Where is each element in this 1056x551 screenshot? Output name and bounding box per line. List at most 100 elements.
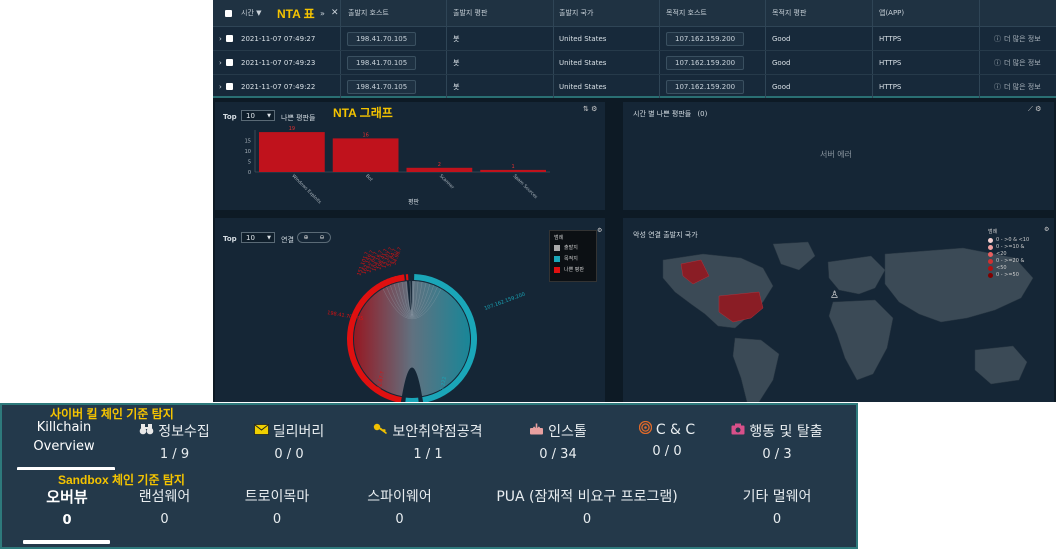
more-info-link[interactable]: ⓘ 더 많은 정보 bbox=[994, 75, 1041, 98]
expand-row-icon[interactable]: › bbox=[219, 75, 222, 98]
bar[interactable] bbox=[332, 138, 399, 172]
cell-src-country: United States bbox=[559, 34, 607, 43]
sandbox-tab[interactable]: 기타 멀웨어 0 bbox=[714, 486, 840, 527]
category-tick-label: Scanner bbox=[438, 173, 455, 190]
col-dst-host[interactable]: 목적지 호스트 bbox=[666, 0, 707, 26]
cell-dst-rep: Good bbox=[772, 82, 791, 91]
y-tick-label: 15 bbox=[245, 139, 251, 145]
cell-src-host[interactable]: 198.41.70.105 bbox=[347, 55, 417, 70]
expand-row-icon[interactable]: › bbox=[219, 51, 222, 74]
line-chart-icon[interactable]: ⟋ ⚙ bbox=[1028, 105, 1041, 114]
col-src-rep[interactable]: 출발지 평판 bbox=[453, 0, 487, 26]
collapse-icon[interactable]: » bbox=[320, 0, 325, 26]
source-arc-segment bbox=[386, 278, 391, 285]
more-info-link[interactable]: ⓘ 더 많은 정보 bbox=[994, 27, 1041, 50]
sandbox-tab[interactable]: 오버뷰 0 bbox=[22, 486, 112, 528]
stage-action-exfiltration[interactable]: 행동 및 탈출 0 / 3 bbox=[714, 421, 840, 462]
sandbox-tab[interactable]: 랜섬웨어 0 bbox=[117, 486, 212, 527]
time-bad-rep-panel: 시간 별 나쁜 평판들 (0) ⟋ ⚙ 서버 에러 bbox=[623, 102, 1054, 210]
legend-dot bbox=[988, 244, 993, 250]
row-checkbox[interactable] bbox=[226, 59, 233, 66]
col-time[interactable]: 시간 ▼ bbox=[241, 0, 262, 26]
sandbox-tab[interactable]: 스파이웨어 0 bbox=[342, 486, 457, 527]
col-src-country[interactable]: 출발지 국가 bbox=[559, 0, 593, 26]
bar-value-label: 1 bbox=[512, 164, 515, 170]
stage-install[interactable]: 인스톨 0 / 34 bbox=[502, 421, 614, 462]
category-tick-label: Windows Exploits bbox=[290, 173, 322, 205]
map-legend-item: 0 - >0 & <10 bbox=[988, 237, 1048, 243]
cell-app: HTTPS bbox=[879, 82, 902, 91]
bar[interactable] bbox=[480, 169, 546, 172]
cell-src-host[interactable]: 198.41.70.105 bbox=[347, 31, 417, 46]
table-row[interactable]: › 2021-11-07 07:49:23 198.41.70.105 봇 Un… bbox=[213, 51, 1056, 75]
cell-dst-rep: Good bbox=[772, 58, 791, 67]
expand-row-icon[interactable]: › bbox=[219, 27, 222, 50]
destination-ip-label: 107.162.159.200 bbox=[484, 292, 526, 312]
overview-line2: Overview bbox=[33, 439, 95, 454]
row-checkbox[interactable] bbox=[226, 83, 233, 90]
killchain-overview-tab[interactable]: Killchain Overview bbox=[18, 420, 110, 454]
more-info-link[interactable]: ⓘ 더 많은 정보 bbox=[994, 51, 1041, 74]
source-arc-segment bbox=[394, 275, 398, 283]
category-tick-label: Spam Sources bbox=[512, 173, 539, 200]
cell-dst-host[interactable]: 107.162.159.200 bbox=[666, 79, 745, 94]
map-legend: 범례 0 - >0 & <10 0 - >=10 & <20 0 - >=20 & <5… bbox=[988, 228, 1048, 279]
close-icon[interactable]: ✕ bbox=[331, 0, 339, 26]
camera-icon bbox=[731, 423, 745, 439]
info-icon: ⓘ bbox=[994, 82, 1001, 91]
bar[interactable] bbox=[406, 167, 473, 172]
bad-reputation-panel: Top 10 ▼ 나쁜 평판들 NTA 그래프 ⇅ ⚙ 0 5 10 15 19 Windo… bbox=[215, 102, 605, 210]
cell-src-host[interactable]: 198.41.70.105 bbox=[347, 79, 417, 94]
nta-table-label: NTA 표 bbox=[277, 6, 315, 21]
legend-dot bbox=[988, 237, 993, 243]
cell-src-rep: 봇 bbox=[453, 82, 460, 91]
legend-dot bbox=[988, 272, 993, 278]
legend-dot bbox=[988, 265, 993, 271]
stage-delivery[interactable]: 딜리버리 0 / 0 bbox=[230, 421, 348, 462]
overview-line1: Killchain bbox=[36, 420, 92, 435]
bar[interactable] bbox=[259, 132, 325, 172]
table-header: 시간 ▼ NTA 표 » ✕ 출발지 호스트 출발지 평판 출발지 국가 목적지… bbox=[213, 0, 1056, 27]
cell-time: 2021-11-07 07:49:22 bbox=[241, 82, 316, 91]
map-legend-title: 범례 bbox=[988, 229, 998, 235]
info-icon: ⓘ bbox=[994, 58, 1001, 67]
killchain-bar: 사이버 킬 체인 기준 탐지 Killchain Overview 정보수집 1… bbox=[0, 403, 858, 471]
category-tick-label: Bot bbox=[364, 173, 374, 183]
sandbox-tab[interactable]: PUA (잠재적 비요구 프로그램) 0 bbox=[462, 486, 712, 527]
select-all-checkbox[interactable] bbox=[225, 9, 232, 17]
col-dst-rep[interactable]: 목적지 평판 bbox=[772, 0, 806, 26]
map-legend-item: 0 - >=10 & bbox=[988, 244, 1048, 250]
nta-table: 시간 ▼ NTA 표 » ✕ 출발지 호스트 출발지 평판 출발지 국가 목적지… bbox=[213, 0, 1056, 99]
sandbox-tab[interactable]: 트로이목마 0 bbox=[217, 486, 337, 527]
col-src-host[interactable]: 출발지 호스트 bbox=[348, 0, 389, 26]
cell-time: 2021-11-07 07:49:27 bbox=[241, 34, 316, 43]
connection-panel: Top 10 ▼ 연결 ⊕ ⊖ ⚙ 범례 출발지 목적지 나쁜 평판 107.162.1… bbox=[215, 218, 605, 402]
stage-command-control[interactable]: C & C 0 / 0 bbox=[612, 420, 722, 459]
time-panel-title: 시간 별 나쁜 평판들 bbox=[633, 110, 692, 118]
cell-dst-host[interactable]: 107.162.159.200 bbox=[666, 31, 745, 46]
cell-time: 2021-11-07 07:49:23 bbox=[241, 58, 316, 67]
y-tick-label: 10 bbox=[245, 149, 251, 155]
stage-exploit[interactable]: 보안취약점공격 1 / 1 bbox=[357, 421, 499, 462]
cell-app: HTTPS bbox=[879, 34, 902, 43]
col-app[interactable]: 앱(APP) bbox=[879, 0, 904, 26]
server-error-text: 서버 에러 bbox=[820, 150, 852, 159]
bar-value-label: 19 bbox=[289, 126, 295, 132]
binoculars-icon bbox=[139, 423, 154, 439]
legend-dot bbox=[988, 258, 993, 264]
table-row[interactable]: › 2021-11-07 07:49:22 198.41.70.105 봇 Un… bbox=[213, 75, 1056, 99]
map-legend-item: 0 - >=20 & bbox=[988, 258, 1048, 264]
map-legend-item: <20 bbox=[988, 251, 1048, 257]
cell-src-rep: 봇 bbox=[453, 58, 460, 67]
map-marker-icon: ♙ bbox=[830, 290, 839, 301]
row-checkbox[interactable] bbox=[226, 35, 233, 42]
connection-chord-diagram: 107.162.159.200198.41.70.105172.67.? 52.2… bbox=[327, 246, 526, 402]
stage-info-gathering[interactable]: 정보수집 1 / 9 bbox=[112, 421, 237, 462]
bar-value-label: 16 bbox=[362, 132, 368, 138]
cell-src-country: United States bbox=[559, 82, 607, 91]
cell-app: HTTPS bbox=[879, 58, 902, 67]
cell-dst-host[interactable]: 107.162.159.200 bbox=[666, 55, 745, 70]
bad-rep-bar-chart: 0 5 10 15 19 Windows Exploits 16 Bot 2 Scanner 1 Sp… bbox=[245, 126, 550, 206]
map-legend-item: 0 - >=50 bbox=[988, 272, 1048, 278]
table-row[interactable]: › 2021-11-07 07:49:27 198.41.70.105 봇 Un… bbox=[213, 27, 1056, 51]
